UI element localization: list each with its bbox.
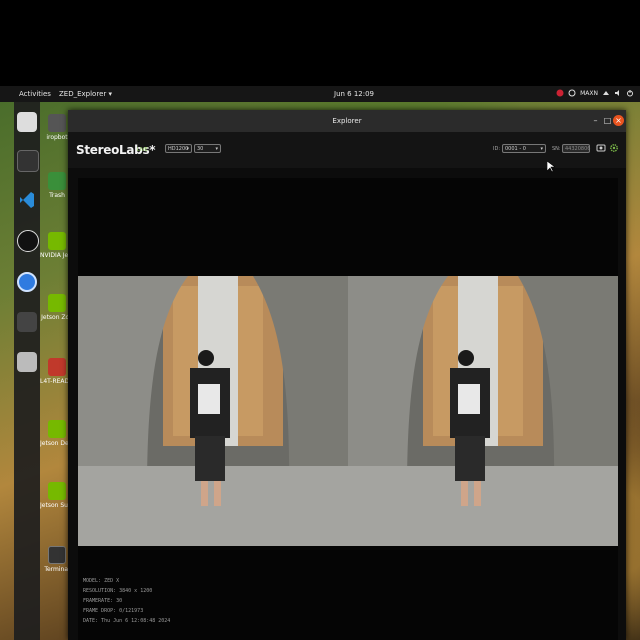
network-icon[interactable] [602, 89, 610, 97]
gnome-top-bar: Activities ZED_Explorer ▾ Jun 6 12:09 MA… [0, 86, 640, 102]
chevron-down-icon: ▾ [540, 146, 543, 152]
resolution-select[interactable]: HD1200 ▾ [165, 144, 192, 153]
screenshot-icon[interactable] [596, 143, 606, 153]
trash-icon [48, 172, 66, 190]
folder-icon [48, 358, 66, 376]
chevron-down-icon: ▾ [186, 146, 189, 152]
nvidia-icon [48, 232, 66, 250]
nvidia-icon [48, 294, 66, 312]
maximize-button[interactable]: □ [602, 115, 613, 126]
app-icon[interactable] [17, 312, 37, 332]
chromium-icon[interactable] [17, 272, 37, 292]
explorer-toolbar: StereoLabs* LIVE HD1200 ▾ 30 ▾ ID: 0001 … [68, 132, 626, 168]
serial-number-value: 44320806 [565, 146, 591, 152]
info-date: DATE: Thu Jun 6 12:08:48 2024 [83, 618, 171, 624]
info-frame-drop: FRAME DROP: 0/121973 [83, 608, 144, 614]
app-menu[interactable]: ZED_Explorer ▾ [59, 90, 112, 98]
camera-info-panel: MODEL: ZED X RESOLUTION: 3840 x 1200 FRA… [83, 576, 170, 626]
chevron-down-icon: ▾ [215, 146, 218, 152]
nvidia-icon [48, 420, 66, 438]
info-framerate: FRAMERATE: 30 [83, 598, 123, 604]
serial-number-field[interactable]: 44320806 [562, 144, 590, 153]
minimize-button[interactable]: – [590, 115, 601, 126]
files-icon[interactable] [17, 112, 37, 132]
window-title: Explorer [332, 117, 362, 125]
id-label: ID: [493, 146, 501, 152]
explorer-window: Explorer – □ × StereoLabs* LIVE HD1200 ▾… [68, 110, 626, 640]
nvidia-icon [48, 482, 66, 500]
activities-button[interactable]: Activities [19, 90, 51, 98]
sn-label: SN: [552, 146, 561, 152]
mouse-cursor-icon [547, 161, 555, 173]
stereo-video-view[interactable] [78, 276, 618, 546]
fps-select[interactable]: 30 ▾ [194, 144, 221, 153]
power-icon[interactable] [626, 89, 634, 97]
disk-icon[interactable] [17, 352, 37, 372]
vscode-icon[interactable] [17, 190, 37, 210]
terminal-icon[interactable] [17, 150, 39, 172]
camera-select[interactable]: 0001 - 0 ▾ [502, 144, 546, 153]
left-camera-image [78, 276, 348, 546]
obs-icon[interactable] [17, 230, 39, 252]
power-mode-label[interactable]: MAXN [580, 90, 598, 97]
settings-icon[interactable] [568, 89, 576, 97]
gear-icon[interactable] [609, 143, 619, 153]
camera-select-value: 0001 - 0 [505, 146, 526, 152]
dock [14, 102, 40, 640]
volume-icon[interactable] [614, 89, 622, 97]
close-button[interactable]: × [613, 115, 624, 126]
nvidia-power-icon[interactable] [556, 89, 564, 97]
window-titlebar[interactable]: Explorer – □ × [68, 110, 626, 133]
info-resolution: RESOLUTION: 3840 x 1200 [83, 588, 153, 594]
folder-icon [48, 114, 66, 132]
video-panel: MODEL: ZED X RESOLUTION: 3840 x 1200 FRA… [78, 178, 618, 640]
clock[interactable]: Jun 6 12:09 [334, 90, 374, 98]
resolution-select-value: HD1200 [168, 146, 189, 152]
right-camera-image [348, 276, 618, 546]
live-status-badge: LIVE [137, 147, 148, 153]
top-black-band [0, 0, 640, 86]
info-model: MODEL: ZED X [83, 578, 120, 584]
terminal-icon [48, 546, 66, 564]
system-tray[interactable]: MAXN [556, 89, 634, 97]
fps-select-value: 30 [197, 146, 204, 152]
